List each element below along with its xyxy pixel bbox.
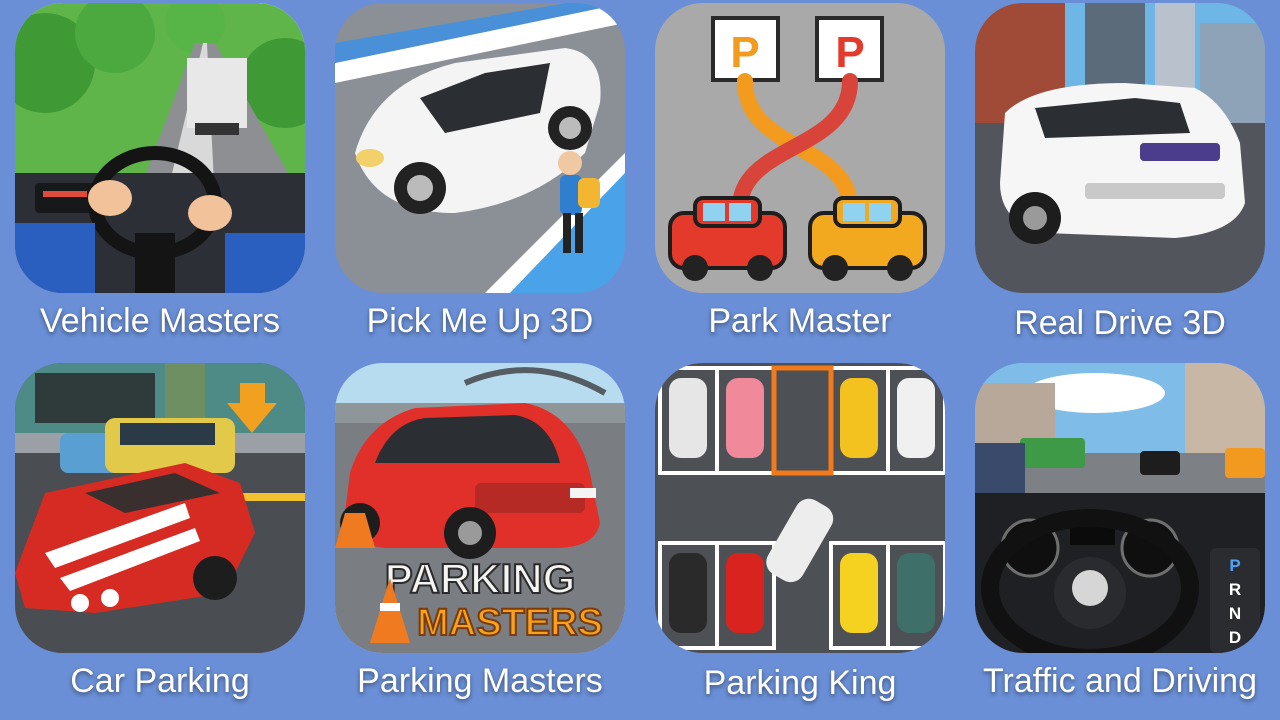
white-suv-city-icon — [975, 3, 1265, 293]
vehicle-masters-tile[interactable] — [15, 3, 305, 293]
game-title[interactable]: Traffic and Driving — [960, 662, 1280, 701]
red-muscle-car-parking-icon — [15, 363, 305, 653]
parking-sign-left: P — [730, 28, 759, 77]
parking-lot-topdown-icon — [655, 363, 945, 653]
game-title[interactable]: Park Master — [640, 302, 960, 341]
parking-king-tile[interactable] — [655, 363, 945, 653]
gear-d: D — [1229, 628, 1241, 647]
gear-p: P — [1229, 556, 1240, 575]
gear-r: R — [1229, 580, 1241, 599]
traffic-and-driving-tile[interactable]: P R N D — [975, 363, 1265, 653]
game-grid: Vehicle Masters Pick Me Up 3D P P Park M… — [0, 0, 1280, 720]
car-interior-steering-icon — [15, 3, 305, 293]
parking-masters-tile[interactable]: PARKING MASTERS — [335, 363, 625, 653]
dashboard-steering-wheel-icon: P R N D — [975, 363, 1265, 653]
game-title[interactable]: Parking King — [640, 664, 960, 703]
gear-n: N — [1229, 604, 1241, 623]
game-title[interactable]: Car Parking — [0, 662, 320, 701]
game-title[interactable]: Pick Me Up 3D — [320, 302, 640, 341]
white-car-passenger-icon — [335, 3, 625, 293]
real-drive-3d-tile[interactable] — [975, 3, 1265, 293]
parking-sign-right: P — [835, 28, 864, 77]
parking-path-cars-icon: P P — [655, 3, 945, 293]
logo-masters-text: MASTERS — [417, 602, 603, 644]
game-title[interactable]: Parking Masters — [320, 662, 640, 701]
pick-me-up-3d-tile[interactable] — [335, 3, 625, 293]
logo-parking-text: PARKING — [385, 555, 576, 602]
park-master-tile[interactable]: P P — [655, 3, 945, 293]
game-title[interactable]: Vehicle Masters — [0, 302, 320, 341]
red-hatchback-cone-icon: PARKING MASTERS — [335, 363, 625, 653]
game-title[interactable]: Real Drive 3D — [960, 304, 1280, 343]
car-parking-tile[interactable] — [15, 363, 305, 653]
